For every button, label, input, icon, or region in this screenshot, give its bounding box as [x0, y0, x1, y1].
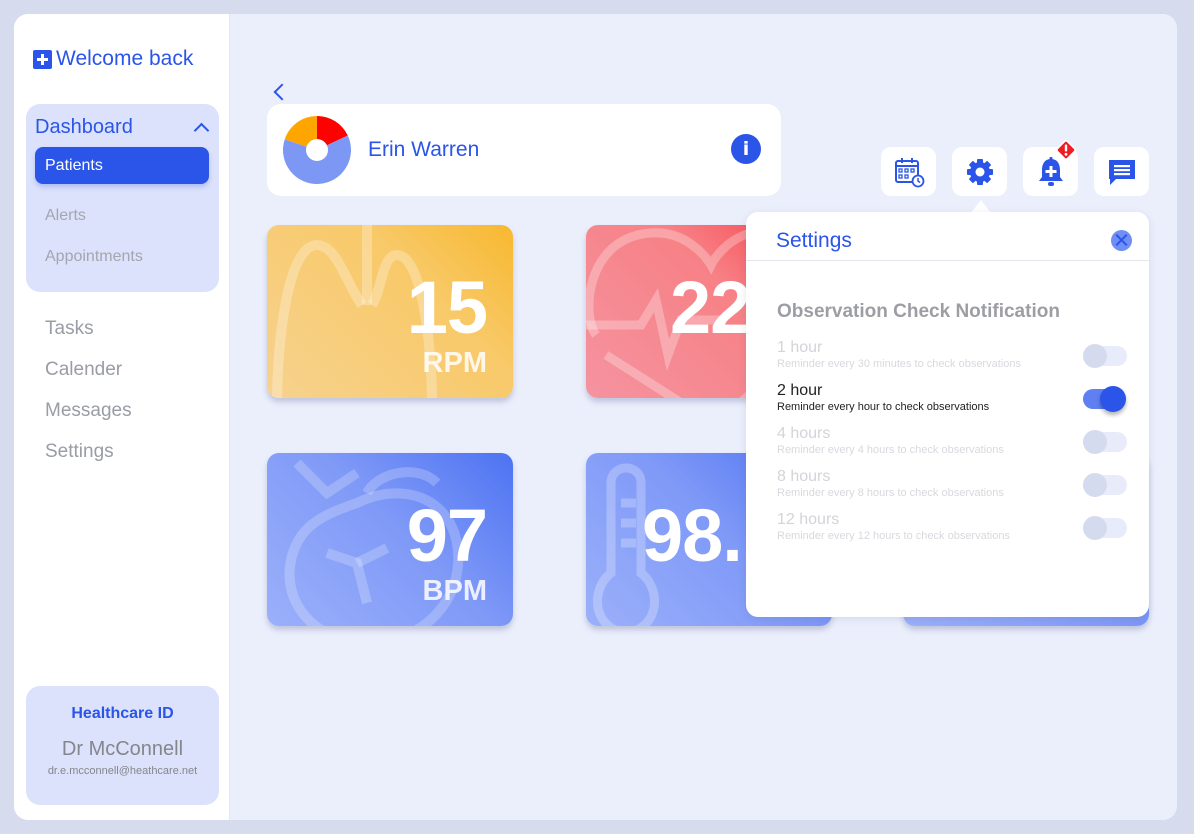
sidebar-item-alerts[interactable]: Alerts [35, 197, 209, 234]
sidebar-item-messages[interactable]: Messages [45, 400, 132, 422]
patient-card: Erin Warren i [267, 104, 781, 196]
gear-icon [966, 158, 993, 185]
respiration-value: 15 [406, 266, 488, 349]
donut-hole [306, 139, 328, 161]
option-desc: Reminder every hour to check observation… [777, 401, 990, 413]
heart-rate-value: 97 [406, 494, 488, 577]
option-desc: Reminder every 30 minutes to check obser… [777, 358, 1021, 370]
toggle-12-hours[interactable] [1083, 516, 1127, 540]
option-desc: Reminder every 8 hours to check observat… [777, 487, 1004, 499]
vital-card-heart-rate[interactable]: 97 BPM [267, 453, 513, 626]
doctor-name: Dr McConnell [61, 738, 184, 760]
temperature-value: 98. [642, 494, 743, 577]
option-title: 12 hours [777, 511, 840, 528]
toggle-4-hours[interactable] [1083, 430, 1127, 454]
app-window: Welcome back Dashboard Patients Alerts A… [14, 14, 1177, 820]
toggle-knob [1083, 473, 1107, 497]
option-8-hours: 8 hours Reminder every 8 hours to check … [777, 468, 1127, 500]
settings-button[interactable] [952, 147, 1007, 196]
alerts-button[interactable] [1023, 140, 1078, 196]
sidebar-item-tasks[interactable]: Tasks [45, 318, 94, 340]
option-2-hour: 2 hour Reminder every hour to check obse… [777, 382, 1127, 414]
heart-rate-unit: BPM [422, 575, 487, 607]
toggle-1-hour[interactable] [1083, 344, 1127, 368]
section-title: Observation Check Notification [777, 301, 1060, 322]
option-title: 8 hours [777, 468, 831, 485]
chevron-up-icon[interactable] [193, 122, 210, 139]
option-title: 1 hour [777, 339, 823, 356]
messages-button[interactable] [1094, 147, 1149, 196]
dashboard-toggle[interactable]: Dashboard [35, 116, 211, 139]
option-title: 2 hour [777, 382, 823, 399]
settings-popover: Settings Observation Check Notification … [746, 212, 1149, 617]
info-icon[interactable]: i [731, 134, 761, 164]
patient-status-donut [283, 116, 351, 184]
calendar-button[interactable] [881, 147, 936, 196]
brand: Welcome back [33, 47, 193, 71]
toggle-8-hours[interactable] [1083, 473, 1127, 497]
vital-card-respiration[interactable]: 15 RPM [267, 225, 513, 398]
alert-badge-icon [1056, 140, 1076, 160]
sidebar-item-appointments[interactable]: Appointments [35, 238, 209, 275]
sidebar-item-patients[interactable]: Patients [35, 147, 209, 184]
patient-name: Erin Warren [368, 138, 480, 161]
dashboard-label: Dashboard [35, 116, 133, 138]
dashboard-group: Dashboard Patients Alerts Appointments [26, 104, 219, 292]
plus-square-icon [33, 49, 52, 69]
option-title: 4 hours [777, 425, 831, 442]
back-chevron-icon[interactable] [273, 83, 291, 101]
id-card-title: Healthcare ID [71, 705, 174, 722]
bell-plus-icon [1038, 156, 1063, 186]
sidebar-item-calender[interactable]: Calender [45, 359, 122, 381]
option-1-hour: 1 hour Reminder every 30 minutes to chec… [777, 339, 1127, 371]
option-4-hours: 4 hours Reminder every 4 hours to check … [777, 425, 1127, 457]
brand-title: Welcome back [56, 47, 194, 70]
toggle-2-hour[interactable] [1083, 386, 1126, 412]
healthcare-id-card: Healthcare ID Dr McConnell dr.e.mcconnel… [26, 686, 219, 805]
toggle-knob [1083, 344, 1107, 368]
close-icon[interactable] [1111, 230, 1132, 251]
doctor-email: dr.e.mcconnell@heathcare.net [47, 765, 198, 777]
sidebar-item-settings[interactable]: Settings [45, 441, 114, 463]
toggle-knob [1083, 430, 1107, 454]
option-desc: Reminder every 4 hours to check observat… [777, 444, 1004, 456]
option-desc: Reminder every 12 hours to check observa… [777, 530, 1010, 542]
blood-pressure-value: 22 [670, 266, 751, 349]
toggle-knob [1100, 386, 1126, 412]
settings-title: Settings [776, 229, 852, 252]
divider [746, 260, 1149, 261]
message-icon [1108, 159, 1135, 185]
option-12-hours: 12 hours Reminder every 12 hours to chec… [777, 511, 1127, 543]
toggle-knob [1083, 516, 1107, 540]
respiration-unit: RPM [422, 347, 487, 379]
calendar-clock-icon [894, 157, 924, 187]
sidebar: Welcome back Dashboard Patients Alerts A… [14, 14, 230, 820]
